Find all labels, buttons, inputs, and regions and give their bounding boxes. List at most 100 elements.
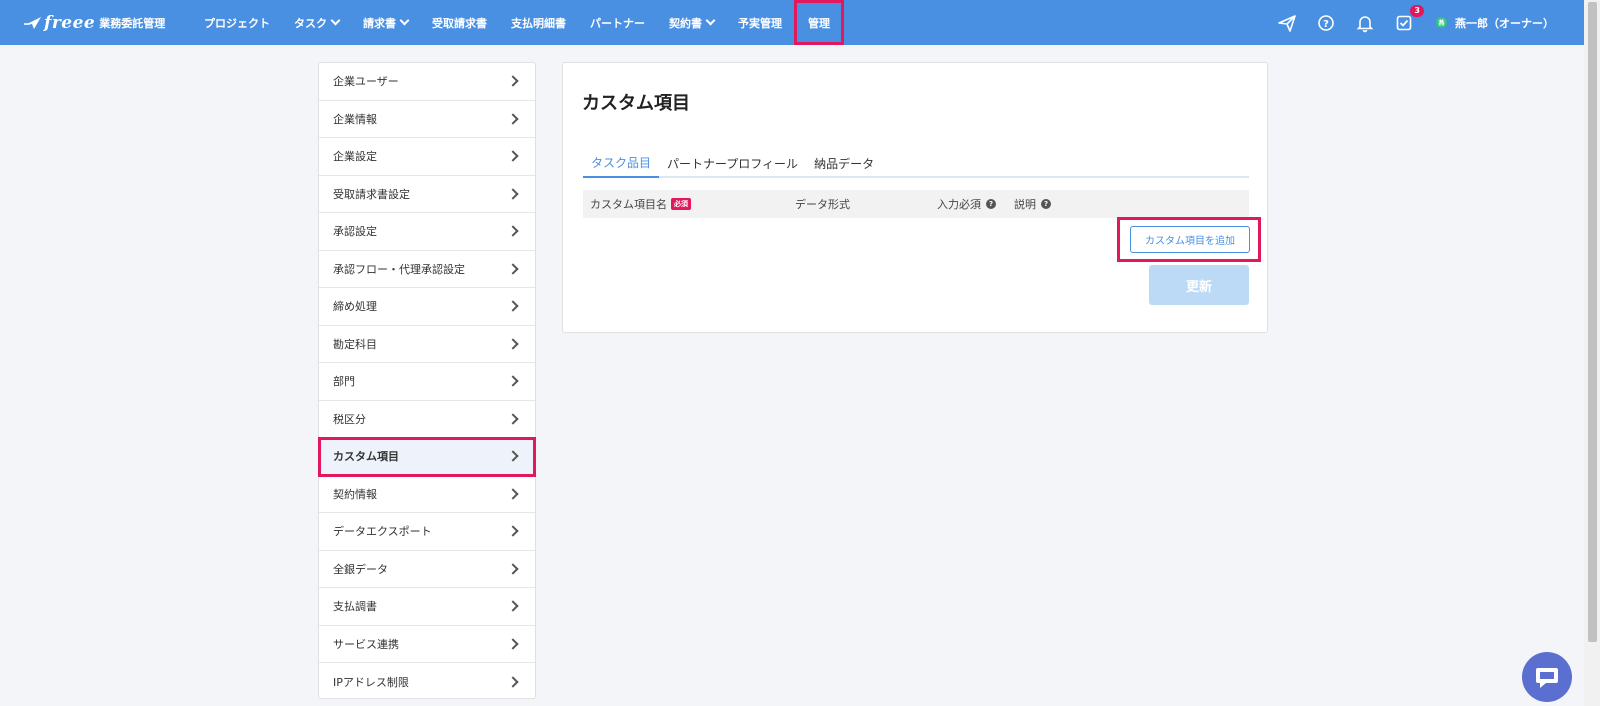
sidebar-item-label: 企業情報 [333, 112, 377, 126]
nav-item-label: 契約書 [669, 16, 702, 30]
chevron-right-icon [507, 75, 519, 87]
add-button-highlight: カスタム項目を追加 [1117, 217, 1261, 262]
nav-item-label: 管理 [808, 16, 830, 30]
page-title: カスタム項目 [582, 93, 690, 114]
notification-count-badge: 3 [1410, 4, 1424, 17]
avatar: 燕 [1436, 17, 1447, 28]
sidebar-item-label: データエクスポート [333, 525, 432, 539]
chevron-right-icon [507, 225, 519, 237]
chevron-right-icon [507, 450, 519, 462]
sidebar-item-4[interactable]: 承認設定 [319, 213, 535, 251]
nav-item-2[interactable]: 請求書 [351, 0, 420, 45]
nav-item-5[interactable]: パートナー [578, 0, 657, 45]
chevron-right-icon [507, 563, 519, 575]
chevron-down-icon [330, 15, 341, 26]
help-circle-icon[interactable]: ? [986, 199, 996, 209]
sidebar-item-13[interactable]: 全銀データ [319, 551, 535, 588]
sidebar-item-0[interactable]: 企業ユーザー [319, 63, 535, 101]
nav-item-7[interactable]: 予実管理 [726, 0, 794, 45]
brand-name: freee [44, 12, 96, 33]
user-menu[interactable]: 燕 燕一郎（オーナー） [1436, 15, 1554, 31]
sidebar-item-label: 企業設定 [333, 150, 377, 164]
tab-0[interactable]: タスク品目 [583, 149, 660, 178]
sidebar-item-15[interactable]: サービス連携 [319, 626, 535, 663]
sidebar-item-label: サービス連携 [333, 637, 399, 651]
nav-item-6[interactable]: 契約書 [657, 0, 726, 45]
chevron-right-icon [507, 263, 519, 275]
sidebar-item-7[interactable]: 勘定科目 [319, 326, 535, 363]
nav-item-label: タスク [294, 16, 327, 30]
scrollbar-thumb[interactable] [1588, 2, 1597, 642]
sidebar-item-label: 支払調書 [333, 600, 377, 614]
sidebar-item-6[interactable]: 締め処理 [319, 288, 535, 326]
column-header-name: カスタム項目名 必須 [590, 196, 691, 212]
sidebar-item-16[interactable]: IPアドレス制限 [319, 663, 535, 701]
update-button[interactable]: 更新 [1149, 265, 1249, 305]
chevron-down-icon [705, 15, 716, 26]
todo-check-icon[interactable]: 3 [1394, 4, 1424, 33]
nav-item-3[interactable]: 受取請求書 [420, 0, 499, 45]
column-header-description: 説明 ? [1014, 196, 1051, 212]
chevron-right-icon [507, 600, 519, 612]
chevron-right-icon [507, 188, 519, 200]
tab-bar: タスク品目 パートナープロフィール 納品データ [583, 149, 1249, 178]
nav-item-label: パートナー [590, 16, 645, 30]
sidebar-item-label: IPアドレス制限 [333, 675, 409, 689]
sidebar-item-label: 承認フロー・代理承認設定 [333, 262, 465, 276]
chevron-right-icon [507, 113, 519, 125]
tab-1[interactable]: パートナープロフィール [659, 149, 806, 178]
nav-item-8[interactable]: 管理 [794, 0, 844, 45]
nav-item-4[interactable]: 支払明細書 [499, 0, 578, 45]
nav-item-label: 予実管理 [738, 16, 782, 30]
sidebar-item-label: 全銀データ [333, 562, 388, 576]
column-header-input-required: 入力必須 ? [937, 196, 996, 212]
top-navigation-bar: freee 業務委託管理 プロジェクト タスク 請求書 受取請求書 支払明細書 パートナー… [0, 0, 1584, 45]
chevron-right-icon [507, 300, 519, 312]
chat-support-button[interactable] [1522, 652, 1572, 702]
sidebar-item-8[interactable]: 部門 [319, 363, 535, 401]
sidebar-item-label: 承認設定 [333, 225, 377, 239]
nav-item-label: 支払明細書 [511, 16, 566, 30]
chevron-right-icon [507, 525, 519, 537]
chevron-right-icon [507, 413, 519, 425]
sidebar-item-1[interactable]: 企業情報 [319, 101, 535, 138]
sidebar-item-12[interactable]: データエクスポート [319, 513, 535, 551]
sidebar-item-9[interactable]: 税区分 [319, 401, 535, 438]
sidebar-item-label: 契約情報 [333, 487, 377, 501]
sidebar-item-label: 部門 [333, 375, 355, 389]
chevron-right-icon [507, 488, 519, 500]
chat-bubble-icon [1536, 668, 1558, 688]
sidebar-item-3[interactable]: 受取請求書設定 [319, 176, 535, 213]
required-badge: 必須 [671, 198, 691, 210]
header-actions: ? 3 燕 燕一郎（オーナー） [1258, 0, 1554, 45]
freee-bird-icon [24, 16, 42, 30]
nav-item-0[interactable]: プロジェクト [192, 0, 282, 45]
page-scrollbar[interactable] [1584, 0, 1600, 706]
svg-text:?: ? [1323, 19, 1329, 30]
bell-icon[interactable] [1355, 13, 1375, 33]
tab-2[interactable]: 納品データ [806, 149, 882, 178]
user-name: 燕一郎（オーナー） [1455, 16, 1554, 30]
sidebar-item-14[interactable]: 支払調書 [319, 588, 535, 626]
chevron-right-icon [507, 375, 519, 387]
sidebar-item-2[interactable]: 企業設定 [319, 138, 535, 176]
nav-item-1[interactable]: タスク [282, 0, 351, 45]
chevron-right-icon [507, 338, 519, 350]
send-icon[interactable] [1277, 13, 1297, 33]
chevron-down-icon [399, 15, 410, 26]
freee-logo[interactable]: freee 業務委託管理 [24, 13, 174, 33]
help-circle-icon[interactable]: ? [1041, 199, 1051, 209]
sidebar-item-label: 税区分 [333, 412, 366, 426]
main-nav: プロジェクト タスク 請求書 受取請求書 支払明細書 パートナー 契約書 予実管理 管理 [192, 0, 844, 45]
chevron-right-icon [507, 638, 519, 650]
column-name-label: カスタム項目名 [590, 198, 667, 211]
nav-item-label: 受取請求書 [432, 16, 487, 30]
add-custom-field-button[interactable]: カスタム項目を追加 [1130, 226, 1250, 253]
sidebar-item-label: 受取請求書設定 [333, 187, 410, 201]
sidebar-item-5[interactable]: 承認フロー・代理承認設定 [319, 251, 535, 288]
sidebar-item-11[interactable]: 契約情報 [319, 476, 535, 513]
help-icon[interactable]: ? [1316, 13, 1336, 33]
custom-fields-card: カスタム項目 タスク品目 パートナープロフィール 納品データ カスタム項目名 必須 … [562, 62, 1268, 333]
sidebar-item-10[interactable]: カスタム項目 [318, 437, 536, 477]
settings-sidebar: 企業ユーザー企業情報企業設定受取請求書設定 承認設定承認フロー・代理承認設定締め処… [318, 62, 536, 699]
